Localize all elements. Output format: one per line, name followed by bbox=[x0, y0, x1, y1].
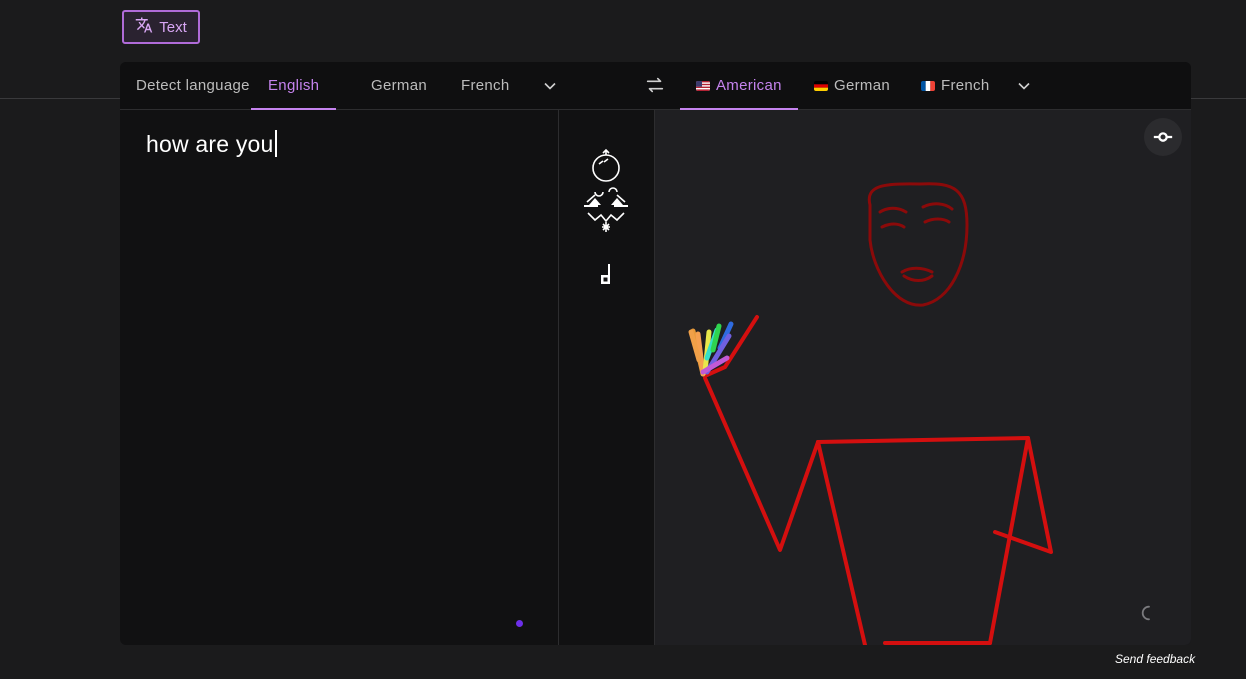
tab-american[interactable]: American bbox=[680, 62, 798, 110]
loading-spinner-icon bbox=[1141, 605, 1150, 621]
fr-flag-icon bbox=[921, 80, 935, 91]
send-feedback-link[interactable]: Send feedback bbox=[1115, 652, 1195, 666]
tab-english[interactable]: English bbox=[251, 62, 337, 110]
swap-languages-icon[interactable] bbox=[644, 74, 666, 96]
pose-settings-button[interactable] bbox=[1144, 118, 1182, 156]
text-mode-button[interactable]: Text bbox=[122, 10, 200, 44]
tab-french-sign[interactable]: French bbox=[921, 62, 990, 109]
tab-german-sign[interactable]: German bbox=[814, 62, 890, 109]
sign-avatar-view bbox=[655, 110, 1191, 645]
signwriting-symbols bbox=[584, 148, 628, 284]
translate-icon bbox=[135, 16, 153, 38]
status-dot bbox=[516, 620, 523, 627]
language-tab-bar: Detect language English German French Am… bbox=[120, 62, 1191, 110]
tab-american-label: American bbox=[716, 77, 782, 94]
mode-button-label: Text bbox=[159, 18, 187, 36]
source-text: how are you bbox=[146, 131, 274, 157]
tab-french[interactable]: French bbox=[461, 62, 510, 109]
source-text-input[interactable]: how are you 11 / 500 bbox=[120, 110, 558, 645]
source-text-value[interactable]: how are you bbox=[146, 130, 277, 158]
tab-french-sign-label: French bbox=[941, 77, 990, 94]
translator-card: Detect language English German French Am… bbox=[120, 62, 1191, 645]
chevron-down-icon[interactable] bbox=[1014, 76, 1034, 96]
tab-german[interactable]: German bbox=[371, 62, 427, 109]
us-flag-icon bbox=[696, 80, 710, 91]
chevron-down-icon[interactable] bbox=[540, 76, 560, 96]
stick-figure-avatar bbox=[688, 182, 1053, 645]
tab-german-sign-label: German bbox=[834, 77, 890, 94]
tab-detect-language[interactable]: Detect language bbox=[136, 62, 250, 109]
commit-icon bbox=[1153, 132, 1173, 142]
de-flag-icon bbox=[814, 80, 828, 91]
text-caret bbox=[274, 130, 277, 157]
